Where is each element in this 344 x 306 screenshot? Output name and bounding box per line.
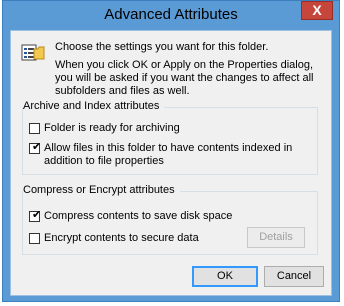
check-icon: ✔ [32, 141, 42, 153]
compress-group-title: Compress or Encrypt attributes [23, 184, 180, 196]
encrypt-checkbox[interactable] [29, 233, 40, 244]
archive-checkbox[interactable] [29, 123, 40, 134]
dialog-client-area: Choose the settings you want for this fo… [10, 30, 332, 296]
archive-checkbox-label: Folder is ready for archiving [44, 122, 180, 134]
advanced-attributes-dialog: Advanced Attributes X Choose the setting… [2, 0, 340, 302]
ok-button[interactable]: OK [192, 266, 258, 287]
folder-settings-icon [21, 44, 45, 61]
close-icon: X [312, 2, 322, 18]
archive-checkbox-row[interactable]: Folder is ready for archiving [29, 122, 180, 135]
details-button[interactable]: Details [247, 227, 305, 248]
compress-checkbox-row[interactable]: ✔ Compress contents to save disk space [29, 209, 233, 223]
check-icon: ✔ [32, 209, 42, 221]
intro-text: Choose the settings you want for this fo… [55, 41, 325, 103]
encrypt-checkbox-label: Encrypt contents to secure data [44, 232, 199, 244]
title-bar[interactable]: Advanced Attributes X [3, 1, 339, 30]
intro-line-2: When you click OK or Apply on the Proper… [55, 59, 314, 97]
archive-index-group: Archive and Index attributes Folder is r… [22, 100, 318, 175]
compress-checkbox-label: Compress contents to save disk space [44, 210, 233, 222]
index-checkbox-label: Allow files in this folder to have conte… [44, 142, 293, 167]
intro-line-1: Choose the settings you want for this fo… [55, 41, 269, 53]
index-checkbox-row[interactable]: ✔ Allow files in this folder to have con… [29, 141, 309, 168]
dialog-title: Advanced Attributes [104, 6, 238, 23]
compress-checkbox[interactable]: ✔ [29, 209, 42, 222]
close-button[interactable]: X [301, 1, 333, 20]
index-checkbox[interactable]: ✔ [29, 141, 42, 154]
archive-group-title: Archive and Index attributes [23, 100, 165, 112]
encrypt-checkbox-row[interactable]: Encrypt contents to secure data [29, 232, 199, 245]
compress-encrypt-group: Compress or Encrypt attributes ✔ Compres… [22, 184, 318, 255]
cancel-button[interactable]: Cancel [264, 266, 324, 287]
